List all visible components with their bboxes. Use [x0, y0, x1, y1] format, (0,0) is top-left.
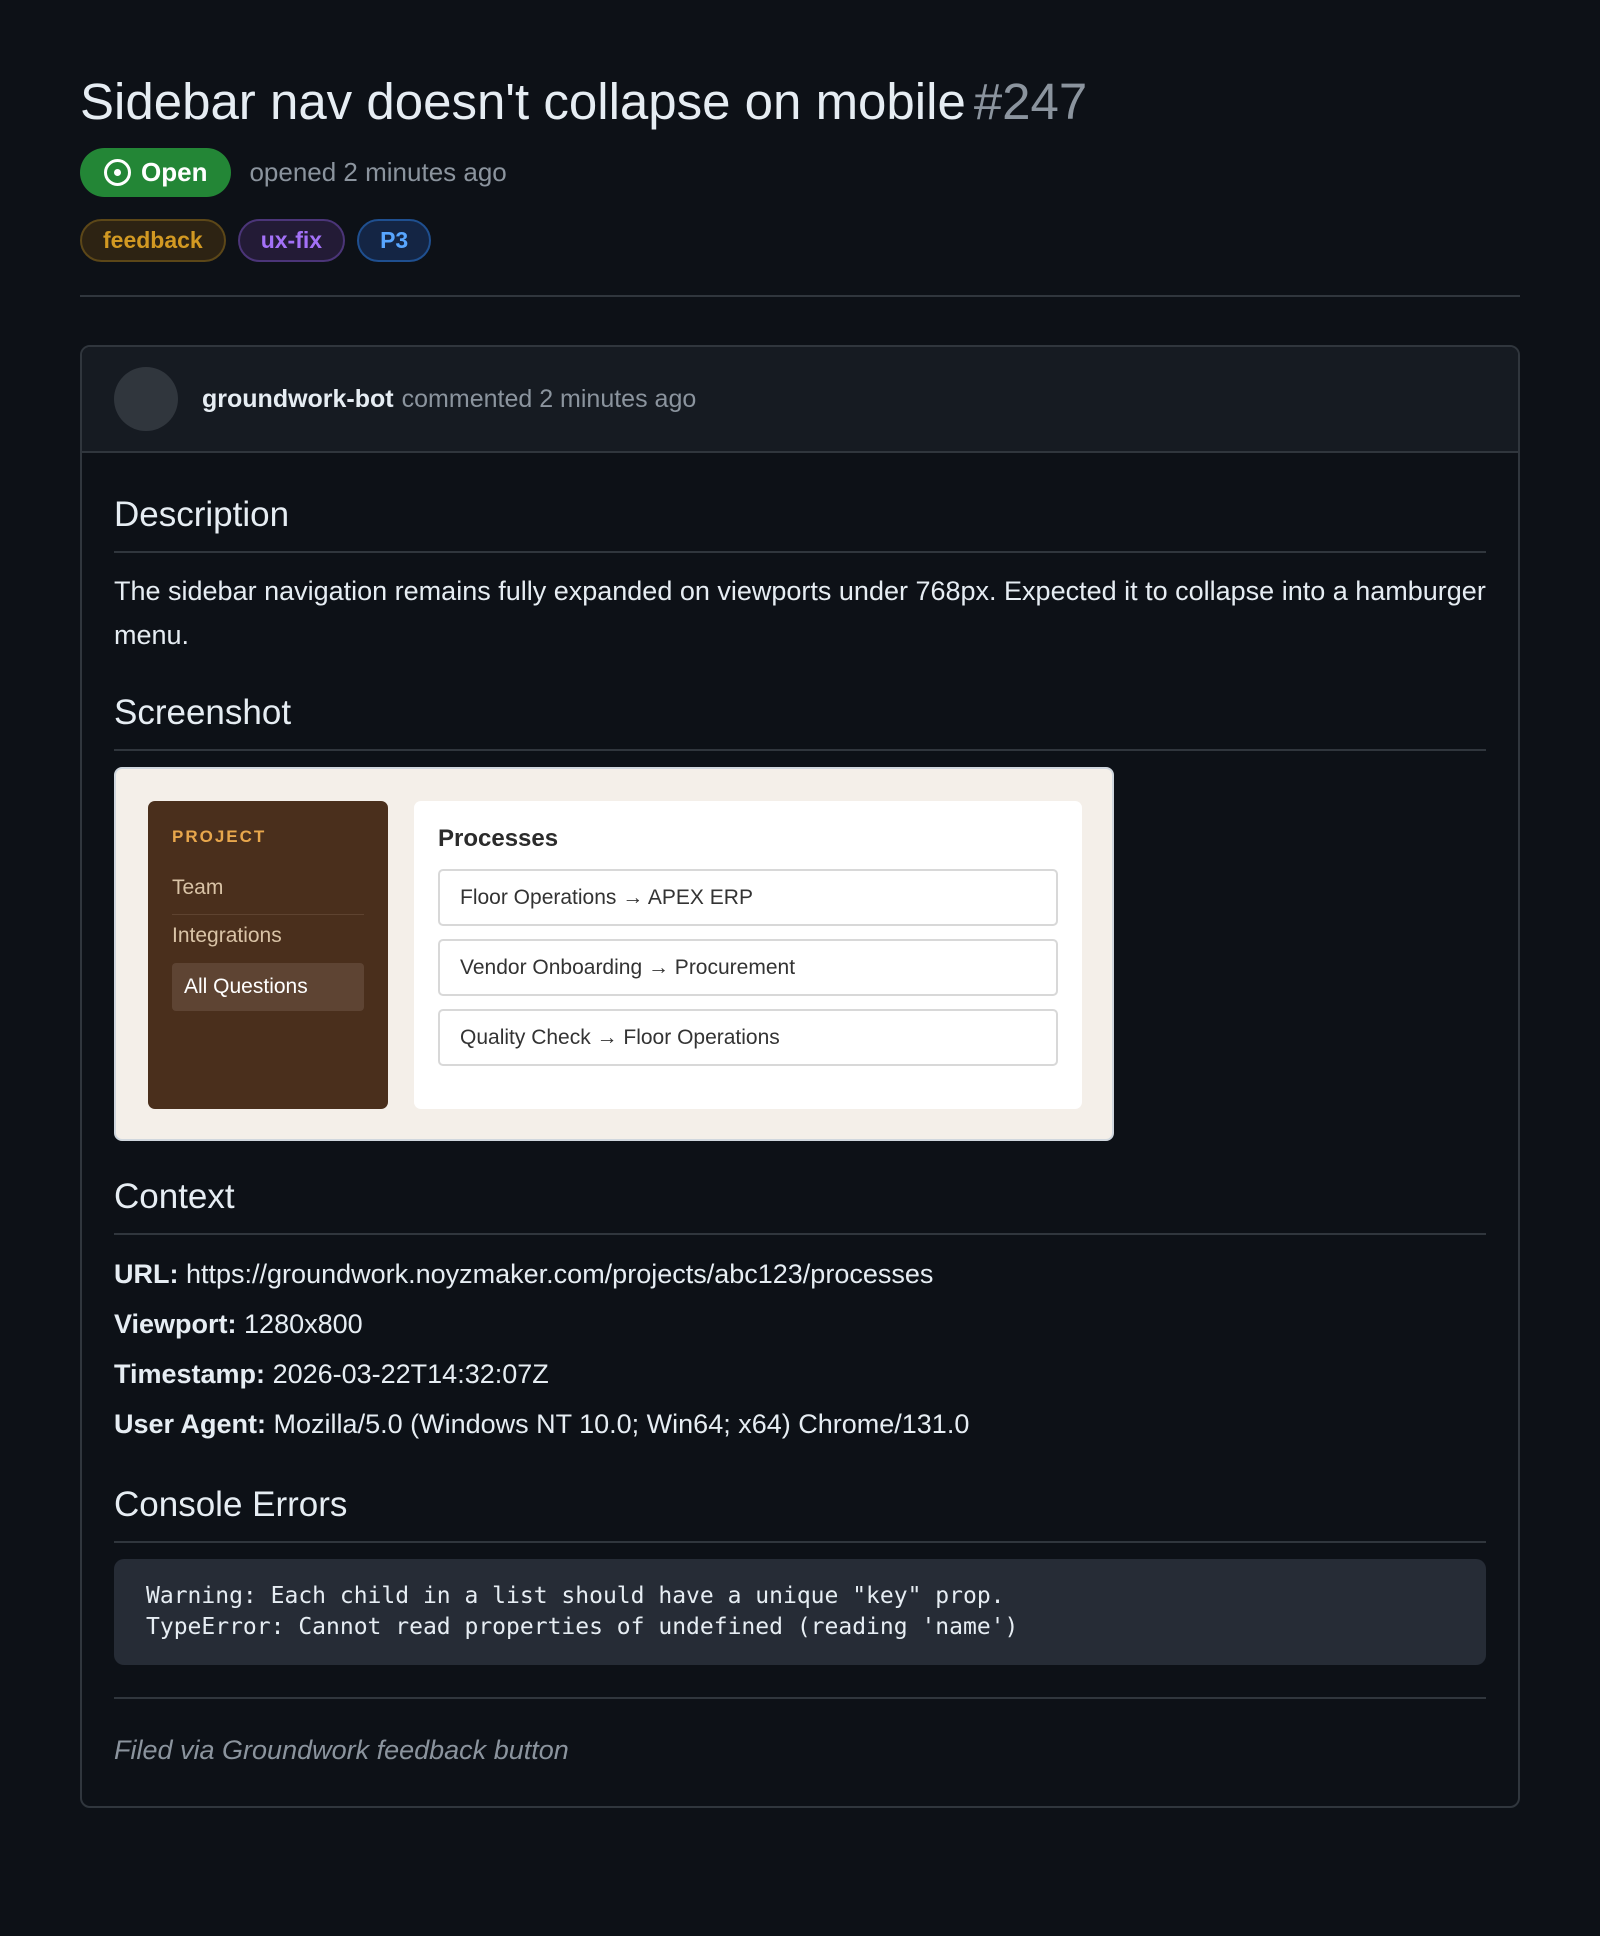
console-line: Warning: Each child in a list should hav…: [146, 1583, 1005, 1609]
screenshot-heading: Screenshot: [114, 691, 1486, 751]
console-line: TypeError: Cannot read properties of und…: [146, 1614, 1019, 1640]
avatar[interactable]: [114, 367, 178, 431]
context-url: URL: https://groundwork.noyzmaker.com/pr…: [114, 1249, 1486, 1299]
screenshot-sidebar-section-label: PROJECT: [172, 827, 267, 846]
context-user-agent: User Agent: Mozilla/5.0 (Windows NT 10.0…: [114, 1399, 1486, 1449]
description-heading: Description: [114, 493, 1486, 553]
comment-body: Description The sidebar navigation remai…: [82, 453, 1518, 1806]
issue-title-text: Sidebar nav doesn't collapse on mobile: [80, 73, 966, 130]
screenshot-process-row: Floor Operations → APEX ERP: [438, 869, 1058, 926]
context-key: Viewport:: [114, 1309, 237, 1339]
context-value: 1280x800: [244, 1309, 363, 1339]
screenshot-main-panel: Processes Floor Operations → APEX ERP Ve…: [414, 801, 1082, 1109]
comment-author[interactable]: groundwork-bot: [202, 385, 394, 414]
context-timestamp: Timestamp: 2026-03-22T14:32:07Z: [114, 1349, 1486, 1399]
comment-header: groundwork-bot commented 2 minutes ago: [82, 347, 1518, 453]
issue-meta: Open opened 2 minutes ago: [80, 148, 1520, 197]
screenshot-process-row: Quality Check → Floor Operations: [438, 1009, 1058, 1066]
label-ux-fix[interactable]: ux-fix: [237, 219, 346, 262]
console-errors-heading: Console Errors: [114, 1483, 1486, 1543]
opened-time: opened 2 minutes ago: [249, 157, 507, 187]
console-errors-block: Warning: Each child in a list should hav…: [114, 1559, 1486, 1665]
comment-time: commented 2 minutes ago: [401, 384, 697, 413]
screenshot-panel-title: Processes: [438, 825, 559, 852]
context-key: User Agent:: [114, 1409, 267, 1439]
comment-box: groundwork-bot commented 2 minutes ago D…: [80, 345, 1520, 1808]
label-p3[interactable]: P3: [357, 219, 432, 262]
divider: [114, 1697, 1486, 1699]
issue-page: Sidebar nav doesn't collapse on mobile #2…: [0, 0, 1600, 1808]
context-value: Mozilla/5.0 (Windows NT 10.0; Win64; x64…: [273, 1409, 970, 1439]
status-badge: Open: [80, 148, 232, 197]
labels-list: feedback ux-fix P3: [80, 219, 1520, 262]
issue-title: Sidebar nav doesn't collapse on mobile #2…: [80, 70, 1520, 134]
context-viewport: Viewport: 1280x800: [114, 1299, 1486, 1349]
screenshot-sidebar: PROJECT Team Integrations All Questions: [148, 801, 388, 1109]
issue-number: #247: [973, 73, 1088, 130]
divider: [80, 295, 1520, 297]
context-value: https://groundwork.noyzmaker.com/project…: [186, 1259, 934, 1289]
context-heading: Context: [114, 1175, 1486, 1235]
context-key: URL:: [114, 1259, 179, 1289]
description-text: The sidebar navigation remains fully exp…: [114, 576, 1486, 650]
context-key: Timestamp:: [114, 1359, 266, 1389]
embedded-screenshot: PROJECT Team Integrations All Questions …: [114, 767, 1114, 1141]
screenshot-nav-item-team: Team: [172, 867, 364, 915]
issue-open-icon: [104, 159, 131, 186]
label-feedback[interactable]: feedback: [80, 219, 226, 262]
status-text: Open: [141, 157, 208, 187]
screenshot-nav-item-all-questions: All Questions: [172, 963, 364, 1011]
screenshot-nav-item-integrations: Integrations: [172, 924, 282, 947]
screenshot-process-row: Vendor Onboarding → Procurement: [438, 939, 1058, 996]
context-list: URL: https://groundwork.noyzmaker.com/pr…: [114, 1249, 1486, 1449]
context-value: 2026-03-22T14:32:07Z: [272, 1359, 549, 1389]
footer-note: Filed via Groundwork feedback button: [114, 1735, 569, 1765]
